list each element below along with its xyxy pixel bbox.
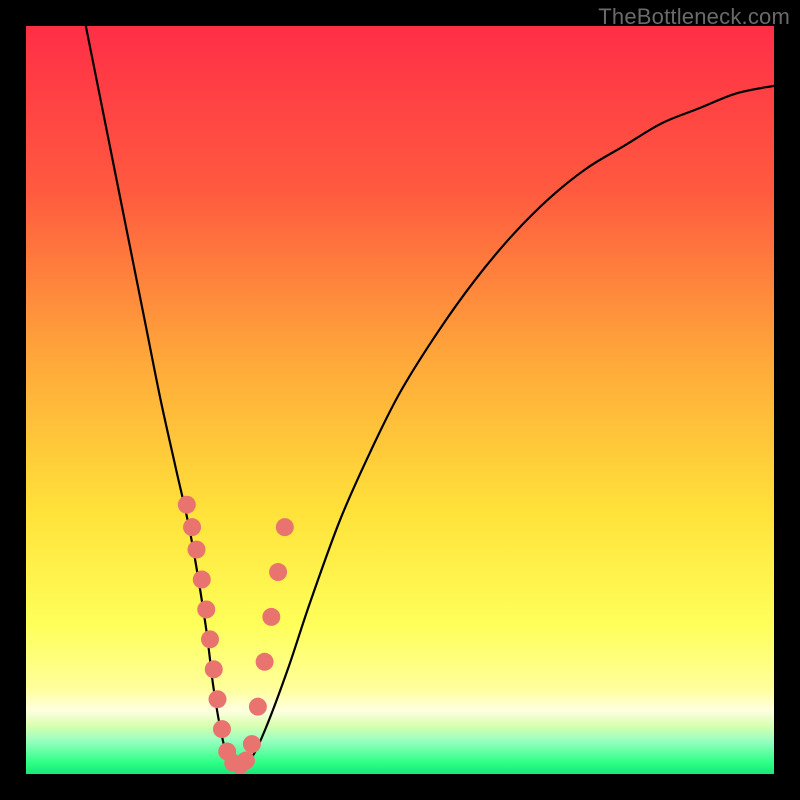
highlight-marker	[276, 518, 294, 536]
highlight-marker	[178, 496, 196, 514]
highlight-marker	[201, 630, 219, 648]
highlight-marker	[237, 752, 255, 770]
highlight-marker	[269, 563, 287, 581]
bottleneck-chart	[26, 26, 774, 774]
highlight-marker	[183, 518, 201, 536]
watermark-text: TheBottleneck.com	[598, 4, 790, 30]
chart-frame	[26, 26, 774, 774]
highlight-marker	[256, 653, 274, 671]
highlight-marker	[193, 571, 211, 589]
highlight-marker	[208, 690, 226, 708]
highlight-marker	[188, 541, 206, 559]
highlight-marker	[249, 698, 267, 716]
highlight-marker	[205, 660, 223, 678]
highlight-marker	[243, 735, 261, 753]
highlight-marker	[262, 608, 280, 626]
gradient-background	[26, 26, 774, 774]
highlight-marker	[197, 600, 215, 618]
highlight-marker	[213, 720, 231, 738]
